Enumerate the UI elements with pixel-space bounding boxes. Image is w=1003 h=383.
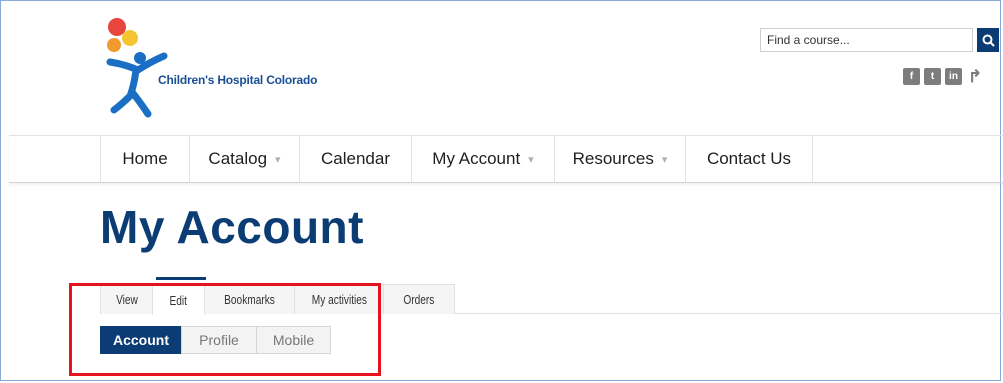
nav-item-contact-us[interactable]: Contact Us [685, 136, 813, 182]
edit-subtabs: Account Profile Mobile [100, 326, 331, 354]
linkedin-icon[interactable]: in [945, 68, 962, 85]
chevron-down-icon: ▾ [661, 153, 668, 166]
tab-edit[interactable]: Edit [152, 284, 205, 315]
tab-label: Orders [403, 292, 435, 307]
logo-figure-icon [106, 18, 168, 118]
main-navigation: Home Catalog ▾ Calendar My Account ▾ Res… [9, 135, 1003, 183]
search-input[interactable] [760, 28, 973, 52]
tab-label: Edit [169, 292, 188, 308]
nav-item-catalog[interactable]: Catalog ▾ [189, 136, 299, 182]
nav-item-calendar[interactable]: Calendar [299, 136, 411, 182]
share-icon[interactable]: ↱ [966, 67, 984, 86]
social-links: f t in ↱ [903, 67, 984, 86]
subtab-profile[interactable]: Profile [181, 326, 257, 354]
hospital-logo[interactable]: Children's Hospital Colorado [100, 18, 360, 122]
account-tabs: View Edit Bookmarks My activities Orders [100, 284, 455, 315]
tab-label: My activities [311, 292, 367, 307]
page-title: My Account [100, 201, 364, 253]
nav-item-label: Calendar [321, 149, 390, 168]
nav-item-label: Contact Us [706, 149, 792, 168]
subtab-label: Mobile [272, 332, 315, 348]
course-search [760, 28, 1001, 52]
subtab-label: Profile [199, 332, 239, 348]
tab-my-activities[interactable]: My activities [294, 284, 384, 314]
twitter-icon[interactable]: t [924, 68, 941, 85]
subtab-mobile[interactable]: Mobile [256, 326, 331, 354]
nav-item-label: My Account [432, 149, 521, 168]
search-icon [982, 34, 995, 47]
nav-item-label: Catalog [208, 149, 268, 168]
tab-bookmarks[interactable]: Bookmarks [204, 284, 295, 314]
tab-label: View [115, 292, 138, 307]
tab-orders[interactable]: Orders [383, 284, 455, 314]
chevron-down-icon: ▾ [275, 153, 281, 166]
tab-label: Bookmarks [224, 292, 275, 307]
nav-item-home[interactable]: Home [100, 136, 189, 182]
nav-item-resources[interactable]: Resources ▾ [554, 136, 685, 182]
subtab-account[interactable]: Account [100, 326, 182, 354]
brand-name: Children's Hospital Colorado [158, 73, 318, 87]
title-underline [156, 277, 206, 280]
nav-item-my-account[interactable]: My Account ▾ [411, 136, 554, 182]
nav-item-label: Home [122, 149, 168, 168]
search-button[interactable] [977, 28, 999, 52]
tab-view[interactable]: View [100, 284, 153, 314]
nav-item-label: Resources [572, 149, 654, 168]
facebook-icon[interactable]: f [903, 68, 920, 85]
subtab-label: Account [113, 332, 169, 348]
chevron-down-icon: ▾ [528, 153, 534, 166]
